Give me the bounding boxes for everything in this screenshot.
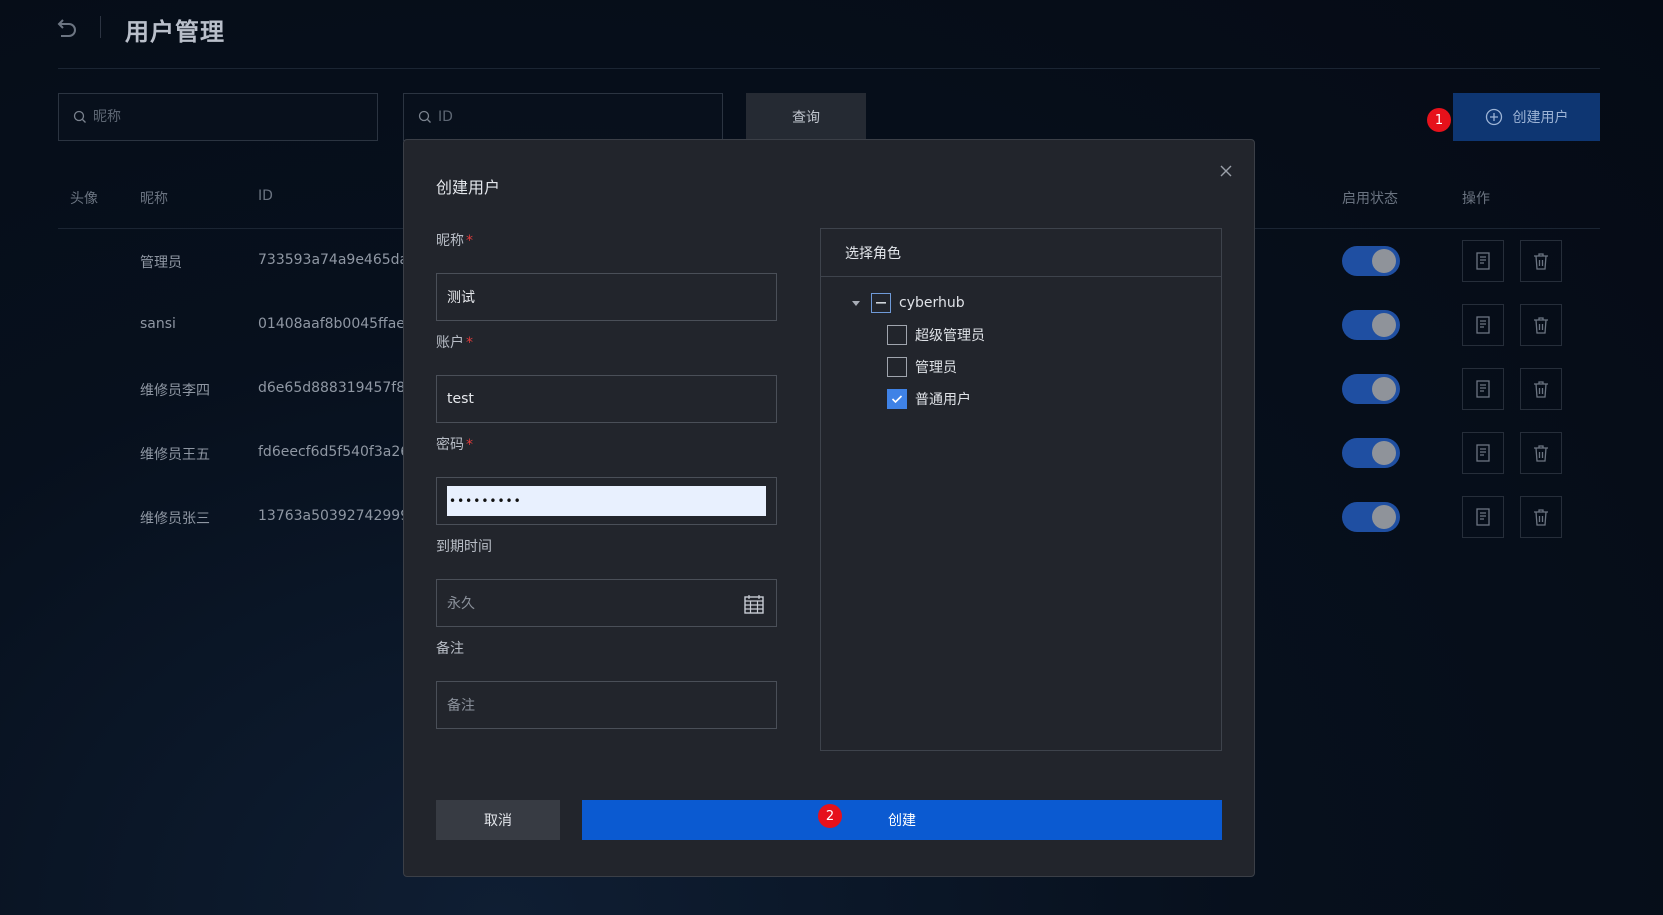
trash-icon [1534,509,1548,526]
id-search-input[interactable] [438,109,682,125]
check-icon [891,395,903,404]
cancel-button[interactable]: 取消 [436,800,560,840]
account-input[interactable]: test [436,375,777,423]
search-icon [418,110,431,123]
row-id: fd6eecf6d5f540f3a26 [258,444,410,460]
role-label: 普通用户 [915,392,971,408]
trash-icon [1534,445,1548,462]
password-label: 密码 * [436,434,473,454]
account-label-text: 账户 [436,335,464,351]
password-value: ••••••••• [447,486,766,516]
row-id: 13763a50392742999b [258,508,418,524]
document-icon [1476,444,1490,462]
account-label: 账户 * [436,332,473,352]
id-search-field[interactable] [403,93,723,141]
header-divider [100,16,101,38]
document-icon [1476,316,1490,334]
nickname-label: 昵称 * [436,230,473,250]
document-icon [1476,252,1490,270]
checkbox-indeterminate[interactable] [871,293,891,313]
trash-icon [1534,253,1548,270]
plus-circle-icon [1485,108,1502,126]
role-label: 管理员 [915,360,957,376]
column-header-nickname: 昵称 [140,191,168,207]
status-toggle[interactable] [1342,438,1400,468]
step-badge-2: 2 [818,804,842,828]
row-id: d6e65d888319457f8b [258,380,414,396]
calendar-icon[interactable] [744,594,764,614]
role-tree-root[interactable]: cyberhub [851,293,965,313]
row-nickname: 维修员李四 [140,383,210,399]
checkbox-checked[interactable] [887,389,907,409]
step-badge-1: 1 [1427,108,1451,132]
remark-input[interactable]: 备注 [436,681,777,729]
edit-button[interactable] [1462,368,1504,410]
nickname-search-input[interactable] [93,109,337,125]
nickname-input[interactable]: 测试 [436,273,777,321]
caret-down-icon[interactable] [851,298,861,308]
edit-button[interactable] [1462,304,1504,346]
row-nickname: 维修员王五 [140,447,210,463]
status-toggle[interactable] [1342,374,1400,404]
close-icon[interactable] [1219,164,1233,178]
minus-icon [876,302,886,304]
delete-button[interactable] [1520,304,1562,346]
password-input[interactable]: ••••••••• [436,477,777,525]
role-label: 超级管理员 [915,328,985,344]
page-title: 用户管理 [125,18,225,46]
required-mark: * [466,233,473,249]
checkbox[interactable] [887,325,907,345]
document-icon [1476,508,1490,526]
role-item-normal-user[interactable]: 普通用户 [887,389,971,409]
edit-button[interactable] [1462,496,1504,538]
row-nickname: sansi [140,316,176,332]
role-item-admin[interactable]: 管理员 [887,357,957,377]
column-header-status: 启用状态 [1342,191,1398,207]
delete-button[interactable] [1520,240,1562,282]
create-user-button[interactable]: 创建用户 [1453,93,1600,141]
row-id: 733593a74a9e465dac [258,252,416,268]
row-nickname: 管理员 [140,255,182,271]
row-nickname: 维修员张三 [140,511,210,527]
delete-button[interactable] [1520,432,1562,474]
column-header-id: ID [258,188,273,204]
row-id: 01408aaf8b0045ffae6 [258,316,414,332]
status-toggle[interactable] [1342,502,1400,532]
trash-icon [1534,317,1548,334]
expiry-date-picker[interactable]: 永久 [436,579,777,627]
required-mark: * [466,437,473,453]
role-selection-panel: 选择角色 cyberhub 超级管理员 管理员 普通用户 [820,228,1222,751]
status-toggle[interactable] [1342,310,1400,340]
required-mark: * [466,335,473,351]
role-panel-title: 选择角色 [821,229,1221,277]
edit-button[interactable] [1462,432,1504,474]
checkbox[interactable] [887,357,907,377]
column-header-avatar: 头像 [70,191,98,207]
query-button[interactable]: 查询 [746,93,866,141]
edit-button[interactable] [1462,240,1504,282]
role-root-label: cyberhub [899,295,965,311]
document-icon [1476,380,1490,398]
expiry-label: 到期时间 [436,539,492,555]
role-item-super-admin[interactable]: 超级管理员 [887,325,985,345]
dialog-title: 创建用户 [436,178,501,197]
nickname-label-text: 昵称 [436,233,464,249]
delete-button[interactable] [1520,496,1562,538]
column-header-actions: 操作 [1462,191,1490,207]
remark-label: 备注 [436,641,464,657]
delete-button[interactable] [1520,368,1562,410]
create-user-label: 创建用户 [1512,110,1569,126]
password-label-text: 密码 [436,437,464,453]
header-separator [58,68,1600,69]
create-button[interactable]: 创建 [582,800,1222,840]
back-icon[interactable] [56,14,78,40]
status-toggle[interactable] [1342,246,1400,276]
trash-icon [1534,381,1548,398]
create-user-dialog: 创建用户 昵称 * 测试 账户 * test 密码 * ••••••••• 到期时间 … [403,139,1255,877]
expiry-value: 永久 [447,596,475,612]
search-icon [73,110,86,123]
nickname-search-field[interactable] [58,93,378,141]
